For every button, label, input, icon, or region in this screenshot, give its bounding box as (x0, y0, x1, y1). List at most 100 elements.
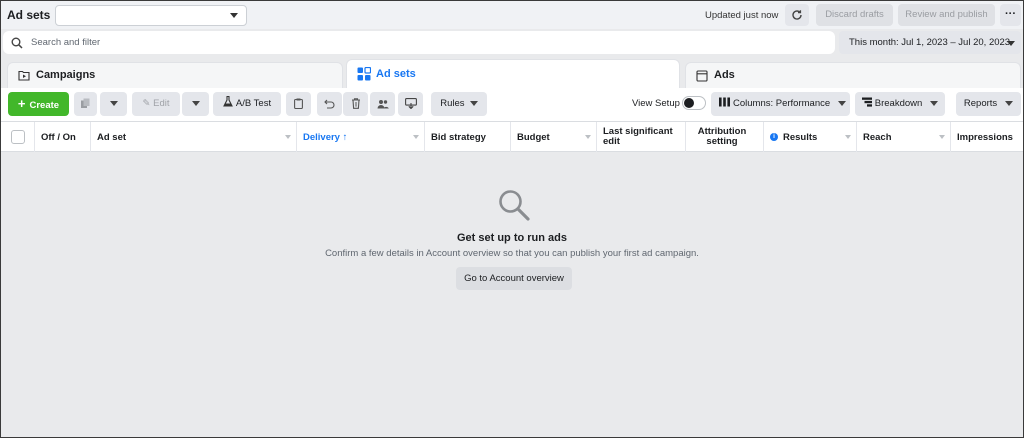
column-label: Results (783, 131, 818, 143)
chevron-down-icon (930, 100, 939, 106)
column-header-bid-strategy[interactable]: Bid strategy (425, 122, 511, 152)
create-label: Create (29, 100, 60, 111)
ad-page-icon (696, 70, 708, 82)
audience-button[interactable] (370, 92, 395, 116)
view-setup-label: View Setup (632, 98, 680, 109)
people-icon (377, 100, 389, 109)
column-label: Budget (517, 131, 550, 143)
date-range-picker[interactable]: This month: Jul 1, 2023 – Jul 20, 2023 (839, 31, 1021, 54)
refresh-icon (792, 10, 802, 20)
toolbar: + Create ✎ Edit A/B Test Rules View Setu… (1, 88, 1023, 121)
edit-dropdown-button[interactable] (182, 92, 209, 116)
reports-label: Reports (963, 98, 998, 109)
search-input[interactable] (31, 35, 811, 50)
grid-icon (357, 67, 371, 81)
magnifier-icon (499, 190, 530, 221)
column-label: Attribution setting (697, 126, 747, 147)
columns-label: Columns: Performance (733, 98, 831, 109)
top-bar: Ad sets Updated just now Discard drafts … (1, 1, 1023, 29)
edit-label: Edit (153, 98, 170, 109)
tab-ads[interactable]: Ads (685, 62, 1021, 88)
clipboard-button[interactable] (286, 92, 311, 116)
chevron-down-icon (1007, 41, 1015, 46)
date-range-label: This month: Jul 1, 2023 – Jul 20, 2023 (849, 37, 1011, 48)
rules-dropdown[interactable]: Rules (431, 92, 487, 116)
column-label: Bid strategy (431, 131, 486, 143)
sort-caret-icon (845, 135, 851, 139)
preview-button[interactable] (398, 92, 423, 116)
clipboard-icon (294, 98, 303, 110)
reports-dropdown[interactable]: Reports (956, 92, 1021, 116)
duplicate-icon (81, 98, 90, 108)
undo-icon (324, 99, 335, 109)
more-options-button[interactable]: ··· (1000, 4, 1021, 26)
column-header-last-significant-edit[interactable]: Last significant edit (597, 122, 686, 152)
column-header-attribution-setting[interactable]: Attribution setting (686, 122, 764, 152)
column-label: Last significant edit (603, 126, 673, 147)
page-title: Ad sets (7, 8, 51, 22)
undo-button[interactable] (317, 92, 342, 116)
refresh-button[interactable] (785, 4, 809, 26)
columns-icon (719, 97, 730, 107)
empty-state-title: Get set up to run ads (456, 232, 567, 244)
chevron-down-icon (1005, 100, 1014, 106)
column-label: Impressions (957, 131, 1013, 143)
column-label: Ad set (97, 131, 127, 143)
preview-icon (404, 98, 417, 110)
duplicate-button[interactable] (74, 92, 97, 116)
sort-caret-icon (413, 135, 419, 139)
tab-ad-sets[interactable]: Ad sets (346, 59, 680, 89)
tab-label: Campaigns (36, 69, 96, 81)
trash-icon (351, 98, 360, 109)
select-all-cell (1, 122, 35, 152)
toggle-knob (684, 98, 694, 108)
view-setup-toggle[interactable] (682, 96, 706, 110)
column-header-results[interactable]: i Results (764, 122, 857, 152)
plus-icon: + (17, 96, 26, 111)
rules-label: Rules (440, 98, 465, 109)
column-label: Reach (863, 131, 892, 143)
info-icon: i (770, 133, 778, 141)
breakdown-label: Breakdown (874, 98, 923, 109)
flask-icon (223, 95, 233, 107)
chevron-down-icon (191, 100, 200, 106)
column-header-budget[interactable]: Budget (511, 122, 597, 152)
table-header: Off / On Ad set Delivery ↑ Bid strategy … (1, 121, 1023, 152)
pencil-icon: ✎ (142, 98, 151, 109)
column-header-off-on[interactable]: Off / On (35, 122, 91, 152)
delete-button[interactable] (343, 92, 368, 116)
column-header-delivery[interactable]: Delivery ↑ (297, 122, 425, 152)
adset-selector-dropdown[interactable] (55, 5, 247, 26)
go-to-account-overview-button[interactable]: Go to Account overview (456, 267, 572, 290)
ab-test-button[interactable]: A/B Test (213, 92, 281, 116)
search-bar[interactable] (3, 31, 835, 54)
chevron-down-icon (469, 100, 478, 106)
search-icon (11, 37, 23, 49)
column-header-reach[interactable]: Reach (857, 122, 951, 152)
tab-label: Ads (714, 69, 735, 81)
column-header-ad-set[interactable]: Ad set (91, 122, 297, 152)
breakdown-icon (861, 97, 872, 107)
breakdown-dropdown[interactable]: Breakdown (855, 92, 945, 116)
column-label: Off / On (41, 131, 76, 143)
create-button[interactable]: + Create (8, 92, 69, 116)
tab-campaigns[interactable]: Campaigns (7, 62, 343, 88)
tab-label: Ad sets (376, 68, 416, 80)
select-all-checkbox[interactable] (11, 130, 25, 144)
review-and-publish-button[interactable]: Review and publish (898, 4, 995, 26)
chevron-down-icon (109, 100, 118, 106)
chevron-down-icon (230, 13, 238, 18)
updated-status: Updated just now (705, 10, 779, 21)
ab-test-label: A/B Test (235, 98, 272, 109)
campaign-folder-icon (18, 70, 30, 81)
discard-drafts-button[interactable]: Discard drafts (816, 4, 893, 26)
chevron-down-icon (838, 100, 847, 106)
column-label: Delivery ↑ (303, 131, 348, 143)
edit-button[interactable]: ✎ Edit (132, 92, 180, 116)
sort-caret-icon (939, 135, 945, 139)
column-header-impressions[interactable]: Impressions (951, 122, 1023, 152)
columns-dropdown[interactable]: Columns: Performance (711, 92, 850, 116)
sort-caret-icon (585, 135, 591, 139)
duplicate-dropdown-button[interactable] (100, 92, 127, 116)
sort-caret-icon (285, 135, 291, 139)
